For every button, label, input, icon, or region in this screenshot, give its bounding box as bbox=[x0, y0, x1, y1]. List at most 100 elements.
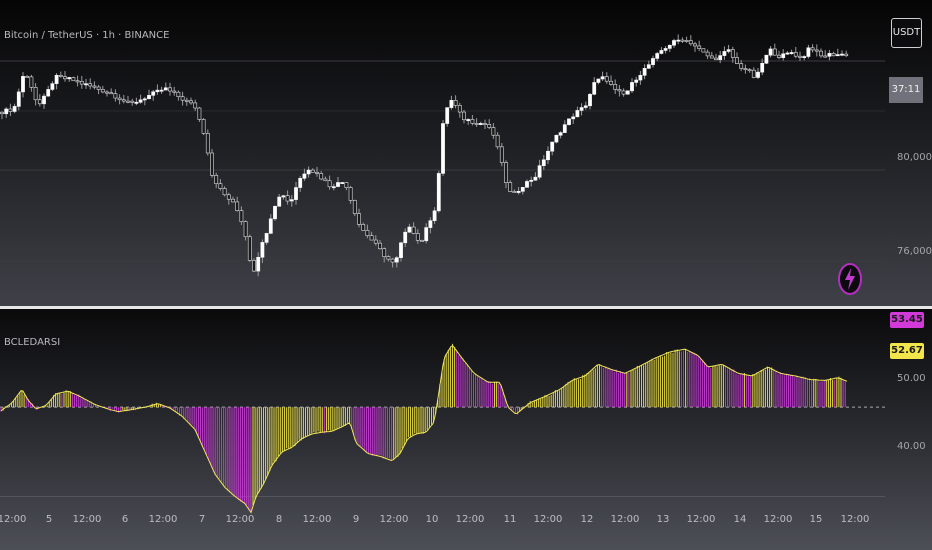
indicator-title[interactable]: BCLEDARSI bbox=[4, 337, 60, 348]
price-candle bbox=[726, 49, 731, 52]
indicator-tick-label: 40.00 bbox=[897, 441, 926, 452]
price-candle bbox=[264, 233, 269, 243]
price-candle bbox=[655, 53, 660, 59]
price-candle bbox=[331, 186, 336, 189]
currency-badge[interactable]: USDT bbox=[891, 18, 922, 48]
price-candle bbox=[138, 99, 143, 103]
price-candle bbox=[260, 242, 265, 258]
price-candle bbox=[113, 93, 118, 99]
price-candle bbox=[239, 210, 244, 222]
time-axis-label: 13 bbox=[656, 514, 670, 525]
price-candle bbox=[798, 55, 802, 58]
price-candle bbox=[714, 57, 718, 61]
price-candle bbox=[835, 54, 840, 57]
price-candle bbox=[54, 74, 59, 84]
price-candle bbox=[357, 213, 361, 225]
price-candle bbox=[546, 150, 550, 161]
price-candle bbox=[630, 82, 634, 92]
price-candle bbox=[504, 162, 508, 183]
price-candle bbox=[583, 105, 588, 108]
price-candle bbox=[71, 77, 76, 82]
price-candle bbox=[25, 76, 30, 78]
price-candle bbox=[268, 218, 273, 234]
time-axis-label: 12:00 bbox=[533, 514, 563, 525]
price-candle bbox=[680, 39, 685, 42]
price-candle bbox=[672, 40, 676, 46]
price-candle bbox=[121, 99, 126, 102]
price-candle bbox=[709, 55, 714, 59]
price-candle bbox=[365, 230, 370, 236]
price-candle bbox=[46, 89, 51, 97]
price-candle bbox=[487, 124, 492, 128]
price-candle bbox=[159, 89, 164, 92]
price-candle bbox=[756, 71, 760, 78]
price-candle bbox=[491, 127, 496, 136]
price-candle bbox=[33, 87, 38, 101]
price-candle bbox=[604, 76, 609, 82]
countdown-badge: 37:11 bbox=[889, 77, 923, 103]
price-candle bbox=[625, 90, 630, 95]
time-axis-label: 5 bbox=[45, 514, 53, 525]
price-candle bbox=[567, 118, 571, 125]
price-candle bbox=[340, 182, 345, 184]
price-candle bbox=[327, 180, 332, 188]
price-candle bbox=[688, 40, 693, 45]
price-candle bbox=[163, 87, 168, 91]
time-axis-label: 12 bbox=[580, 514, 594, 525]
price-candle bbox=[243, 221, 248, 238]
price-candle bbox=[613, 84, 618, 90]
price-candle bbox=[142, 98, 147, 101]
price-candle bbox=[134, 101, 139, 104]
price-candle bbox=[92, 85, 97, 88]
price-candle bbox=[386, 256, 391, 260]
price-candle bbox=[554, 134, 559, 143]
price-candle bbox=[352, 200, 357, 214]
price-candle bbox=[100, 89, 105, 93]
price-candle bbox=[281, 195, 286, 198]
price-candle bbox=[75, 80, 80, 83]
price-candle bbox=[176, 91, 181, 97]
price-candle bbox=[306, 169, 311, 175]
time-axis-label: 8 bbox=[275, 514, 283, 525]
price-candle bbox=[189, 100, 193, 104]
price-candle bbox=[550, 141, 555, 152]
price-candle bbox=[575, 110, 580, 118]
price-candle bbox=[394, 257, 399, 263]
price-candle bbox=[718, 55, 723, 61]
price-candle bbox=[449, 100, 454, 108]
symbol-title[interactable]: Bitcoin / TetherUS · 1h · BINANCE bbox=[4, 30, 169, 41]
price-candle bbox=[730, 49, 735, 58]
price-candle bbox=[722, 51, 727, 56]
price-candle bbox=[147, 95, 151, 100]
price-candle bbox=[588, 94, 592, 107]
price-candle bbox=[214, 175, 219, 185]
price-candle bbox=[466, 119, 471, 121]
price-candle bbox=[571, 116, 576, 120]
price-candle bbox=[88, 83, 93, 87]
price-candle bbox=[16, 91, 21, 107]
price-candle bbox=[12, 106, 17, 112]
price-candle bbox=[508, 182, 513, 192]
price-candle bbox=[457, 105, 462, 113]
time-axis-label: 12:00 bbox=[763, 514, 793, 525]
price-candle bbox=[252, 260, 256, 272]
price-candle bbox=[705, 51, 710, 57]
price-candle bbox=[525, 181, 529, 188]
price-candle bbox=[445, 107, 450, 124]
lightning-icon[interactable] bbox=[838, 263, 862, 295]
price-candle bbox=[814, 49, 819, 52]
price-candle bbox=[180, 96, 185, 101]
price-candle bbox=[596, 78, 601, 83]
indicator-value-upper-badge: 53.45 bbox=[890, 312, 924, 328]
time-axis-label: 12:00 bbox=[72, 514, 102, 525]
price-candle bbox=[743, 68, 748, 70]
price-candle bbox=[436, 173, 441, 212]
price-candle bbox=[478, 123, 483, 125]
price-candle bbox=[344, 182, 349, 188]
price-candle bbox=[256, 256, 261, 272]
price-candle bbox=[474, 123, 479, 125]
price-candle bbox=[512, 191, 517, 193]
price-candle bbox=[789, 52, 794, 54]
price-candle bbox=[407, 226, 412, 233]
price-candle bbox=[558, 132, 563, 136]
